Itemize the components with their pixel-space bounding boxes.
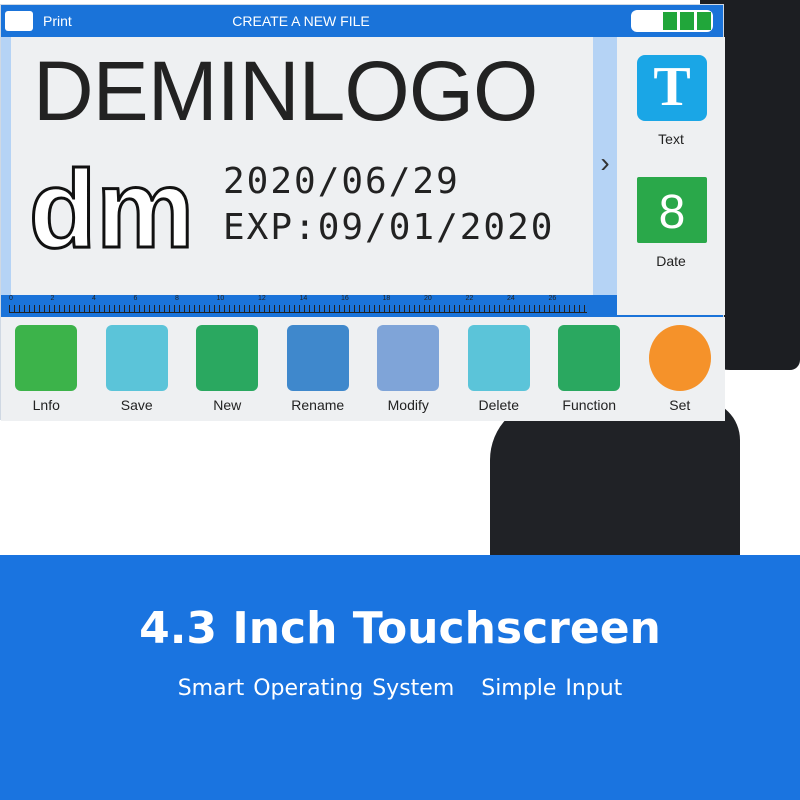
ruler-label: 10 bbox=[216, 295, 225, 302]
new-file-icon bbox=[196, 325, 259, 391]
tool-label: Save bbox=[120, 397, 153, 413]
tool-label: Delete bbox=[478, 397, 519, 413]
date-text: 2020/06/29 bbox=[223, 161, 460, 202]
date-label: Date bbox=[656, 253, 686, 269]
top-bar: Print CREATE A NEW FILE bbox=[1, 5, 723, 37]
ruler-label: 8 bbox=[175, 295, 179, 302]
touchscreen: Print CREATE A NEW FILE DEMINLOGO dm 202… bbox=[0, 4, 725, 421]
trash-icon bbox=[467, 325, 530, 391]
code-file-icon bbox=[286, 325, 349, 391]
save-icon bbox=[105, 325, 168, 391]
tool-label: Function bbox=[562, 397, 617, 413]
calendar-icon[interactable]: 8 bbox=[637, 177, 707, 243]
tool-label: Modify bbox=[387, 397, 429, 413]
printer-grip bbox=[490, 400, 740, 560]
tool-delete[interactable]: Delete bbox=[454, 317, 545, 421]
ruler-label: 20 bbox=[424, 295, 432, 302]
expiry-text: EXP:09/01/2020 bbox=[223, 207, 555, 248]
dm-logo: dm bbox=[28, 148, 196, 271]
tool-save[interactable]: Save bbox=[92, 317, 183, 421]
tool-label: New bbox=[213, 397, 242, 413]
prev-arrow[interactable] bbox=[1, 37, 11, 295]
text-icon[interactable]: T bbox=[637, 55, 707, 121]
gear-icon bbox=[648, 325, 711, 391]
battery-icon bbox=[631, 10, 713, 32]
folder-icon bbox=[15, 325, 78, 391]
insert-panel: T Text 8 Date bbox=[617, 37, 725, 315]
tool-label: Rename bbox=[291, 397, 345, 413]
tool-set[interactable]: Set bbox=[635, 317, 726, 421]
text-label: Text bbox=[658, 131, 684, 147]
ruler-label: 16 bbox=[341, 295, 349, 302]
ruler-label: 22 bbox=[465, 295, 474, 302]
subline: Smart Operating System Simple Input bbox=[177, 676, 623, 701]
ruler: 0 2 4 6 8 10 12 14 16 18 20 22 24 26 bbox=[1, 295, 593, 317]
tool-label: Lnfo bbox=[32, 397, 60, 413]
ruler-label: 26 bbox=[548, 295, 557, 302]
ruler-label: 4 bbox=[92, 295, 96, 302]
tool-label: Set bbox=[669, 397, 691, 413]
ruler-label: 12 bbox=[258, 295, 266, 302]
ruler-label: 18 bbox=[382, 295, 391, 302]
headline: 4.3 Inch Touchscreen bbox=[139, 603, 661, 654]
ruler-label: 14 bbox=[299, 295, 308, 302]
toolbar: Lnfo Save New Rename Modify Delete Function Set bbox=[1, 317, 725, 421]
print-preview[interactable]: DEMINLOGO dm 2020/06/29 EXP:09/01/2020 bbox=[11, 37, 593, 295]
ruler-label: 0 bbox=[9, 295, 13, 302]
ruler-label: 2 bbox=[50, 295, 55, 302]
ruler-label: 24 bbox=[507, 295, 515, 302]
tool-new[interactable]: New bbox=[182, 317, 273, 421]
banner: 4.3 Inch Touchscreen Smart Operating Sys… bbox=[0, 555, 800, 800]
tool-rename[interactable]: Rename bbox=[273, 317, 364, 421]
ruler-label: 6 bbox=[133, 295, 138, 302]
logo-text: DEMINLOGO bbox=[33, 44, 538, 138]
tool-function[interactable]: Function bbox=[544, 317, 635, 421]
next-arrow[interactable]: › bbox=[593, 37, 617, 295]
screen-title: CREATE A NEW FILE bbox=[232, 13, 370, 29]
grid-icon bbox=[558, 325, 621, 391]
tool-lnfo[interactable]: Lnfo bbox=[1, 317, 92, 421]
edit-doc-icon bbox=[377, 325, 440, 391]
tool-modify[interactable]: Modify bbox=[363, 317, 454, 421]
